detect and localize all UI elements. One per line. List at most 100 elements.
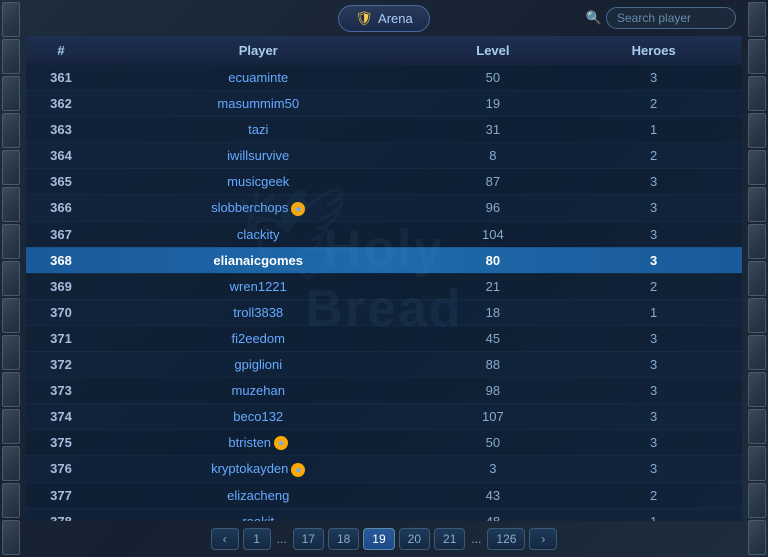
cell-player[interactable]: muzehan (96, 377, 420, 403)
cell-player[interactable]: fi2eedom (96, 325, 420, 351)
cell-rank: 376 (26, 456, 96, 483)
cell-level: 88 (420, 351, 565, 377)
cell-player[interactable]: rookit (96, 508, 420, 521)
player-badge: ★ (291, 463, 305, 477)
table-header-row: # Player Level Heroes (26, 36, 742, 65)
cell-heroes: 3 (565, 169, 742, 195)
table-row[interactable]: 369wren1221212 (26, 273, 742, 299)
stone-column-left (0, 0, 22, 557)
table-row[interactable]: 361ecuaminte503 (26, 65, 742, 91)
cell-player[interactable]: elianaicgomes (96, 247, 420, 273)
cell-heroes: 3 (565, 351, 742, 377)
cell-heroes: 3 (565, 65, 742, 91)
table-row[interactable]: 367clackity1043 (26, 221, 742, 247)
cell-rank: 370 (26, 299, 96, 325)
cell-rank: 362 (26, 91, 96, 117)
cell-player[interactable]: kryptokayden★ (96, 456, 420, 483)
cell-player[interactable]: tazi (96, 117, 420, 143)
col-level: Level (420, 36, 565, 65)
page-19-button[interactable]: 19 (363, 528, 394, 550)
cell-level: 21 (420, 273, 565, 299)
col-player: Player (96, 36, 420, 65)
table-row[interactable]: 366slobberchops★963 (26, 195, 742, 222)
cell-player[interactable]: btristen★ (96, 429, 420, 456)
cell-heroes: 1 (565, 117, 742, 143)
search-area: 🔍 (586, 7, 736, 29)
search-input[interactable] (606, 7, 736, 29)
table-row[interactable]: 376kryptokayden★33 (26, 456, 742, 483)
next-page-button[interactable]: › (529, 528, 557, 550)
cell-player[interactable]: wren1221 (96, 273, 420, 299)
cell-player[interactable]: elizacheng (96, 482, 420, 508)
table-row[interactable]: 370troll3838181 (26, 299, 742, 325)
cell-player[interactable]: slobberchops★ (96, 195, 420, 222)
cell-player[interactable]: masummim50 (96, 91, 420, 117)
cell-heroes: 3 (565, 195, 742, 222)
cell-level: 45 (420, 325, 565, 351)
cell-player[interactable]: clackity (96, 221, 420, 247)
table-row[interactable]: 374beco1321073 (26, 403, 742, 429)
col-rank: # (26, 36, 96, 65)
cell-level: 104 (420, 221, 565, 247)
cell-level: 87 (420, 169, 565, 195)
table-row[interactable]: 365musicgeek873 (26, 169, 742, 195)
cell-level: 50 (420, 429, 565, 456)
cell-rank: 378 (26, 508, 96, 521)
cell-player[interactable]: iwillsurvive (96, 143, 420, 169)
prev-page-button[interactable]: ‹ (211, 528, 239, 550)
table-row[interactable]: 372gpiglioni883 (26, 351, 742, 377)
cell-heroes: 3 (565, 247, 742, 273)
cell-level: 19 (420, 91, 565, 117)
dots-left: ... (275, 532, 289, 546)
cell-rank: 363 (26, 117, 96, 143)
page-20-button[interactable]: 20 (399, 528, 430, 550)
cell-level: 96 (420, 195, 565, 222)
cell-heroes: 3 (565, 403, 742, 429)
cell-rank: 374 (26, 403, 96, 429)
cell-heroes: 3 (565, 456, 742, 483)
table-container: # Player Level Heroes 361ecuaminte503362… (22, 36, 746, 521)
cell-player[interactable]: beco132 (96, 403, 420, 429)
cell-level: 50 (420, 65, 565, 91)
page-126-button[interactable]: 126 (487, 528, 525, 550)
cell-level: 107 (420, 403, 565, 429)
cell-rank: 364 (26, 143, 96, 169)
table-row[interactable]: 364iwillsurvive82 (26, 143, 742, 169)
cell-rank: 371 (26, 325, 96, 351)
cell-player[interactable]: musicgeek (96, 169, 420, 195)
cell-level: 48 (420, 508, 565, 521)
cell-player[interactable]: gpiglioni (96, 351, 420, 377)
cell-rank: 372 (26, 351, 96, 377)
page-18-button[interactable]: 18 (328, 528, 359, 550)
table-row[interactable]: 363tazi311 (26, 117, 742, 143)
cell-rank: 375 (26, 429, 96, 456)
cell-heroes: 3 (565, 325, 742, 351)
page-1-button[interactable]: 1 (243, 528, 271, 550)
page-17-button[interactable]: 17 (293, 528, 324, 550)
table-row[interactable]: 373muzehan983 (26, 377, 742, 403)
cell-player[interactable]: troll3838 (96, 299, 420, 325)
cell-rank: 365 (26, 169, 96, 195)
arena-button[interactable]: 🛡 Arena (338, 5, 429, 32)
main-content: 🛡 Arena 🔍 # Player Level Heroes 361ecuam… (22, 0, 746, 557)
cell-player[interactable]: ecuaminte (96, 65, 420, 91)
table-row[interactable]: 368elianaicgomes803 (26, 247, 742, 273)
table-row[interactable]: 375btristen★503 (26, 429, 742, 456)
cell-level: 18 (420, 299, 565, 325)
cell-level: 31 (420, 117, 565, 143)
table-row[interactable]: 377elizacheng432 (26, 482, 742, 508)
player-badge: ★ (274, 436, 288, 450)
cell-rank: 377 (26, 482, 96, 508)
table-row[interactable]: 378rookit481 (26, 508, 742, 521)
cell-heroes: 2 (565, 482, 742, 508)
cell-heroes: 1 (565, 299, 742, 325)
cell-heroes: 1 (565, 508, 742, 521)
cell-heroes: 3 (565, 221, 742, 247)
cell-heroes: 2 (565, 143, 742, 169)
arena-label: Arena (378, 11, 413, 26)
page-21-button[interactable]: 21 (434, 528, 465, 550)
cell-rank: 361 (26, 65, 96, 91)
table-row[interactable]: 371fi2eedom453 (26, 325, 742, 351)
col-heroes: Heroes (565, 36, 742, 65)
table-row[interactable]: 362masummim50192 (26, 91, 742, 117)
